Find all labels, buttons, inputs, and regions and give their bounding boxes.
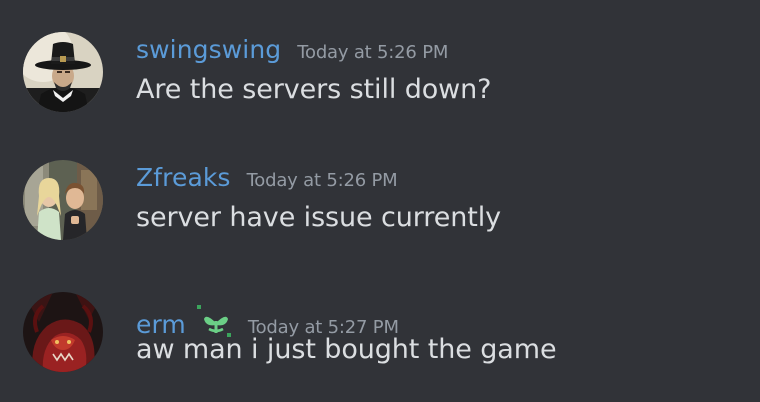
message-text: Are the servers still down? — [136, 74, 492, 105]
message-text: server have issue currently — [136, 202, 502, 233]
username[interactable]: swingswing — [136, 35, 281, 64]
timestamp[interactable]: Today at 5:26 PM — [297, 42, 448, 63]
message-item[interactable]: swingswing Today at 5:26 PM Are the serv… — [0, 24, 760, 114]
timestamp[interactable]: Today at 5:26 PM — [247, 170, 398, 191]
message-item[interactable]: erm Today at 5:27 PM aw man i just bough… — [0, 284, 760, 374]
username[interactable]: Zfreaks — [136, 163, 231, 192]
message-text: aw man i just bought the game — [136, 334, 557, 365]
pilgrim-hat-portrait-avatar — [23, 32, 103, 112]
avatar[interactable] — [23, 32, 103, 112]
message-header: erm Today at 5:27 PM — [136, 295, 399, 339]
two-people-photo-avatar — [23, 160, 103, 240]
red-creature-avatar — [23, 292, 103, 372]
message-item[interactable]: Zfreaks Today at 5:26 PM server have iss… — [0, 152, 760, 242]
chat-messages: swingswing Today at 5:26 PM Are the serv… — [0, 0, 760, 402]
avatar[interactable] — [23, 160, 103, 240]
message-header: swingswing Today at 5:26 PM — [136, 35, 448, 69]
avatar[interactable] — [23, 292, 103, 372]
message-header: Zfreaks Today at 5:26 PM — [136, 163, 398, 197]
